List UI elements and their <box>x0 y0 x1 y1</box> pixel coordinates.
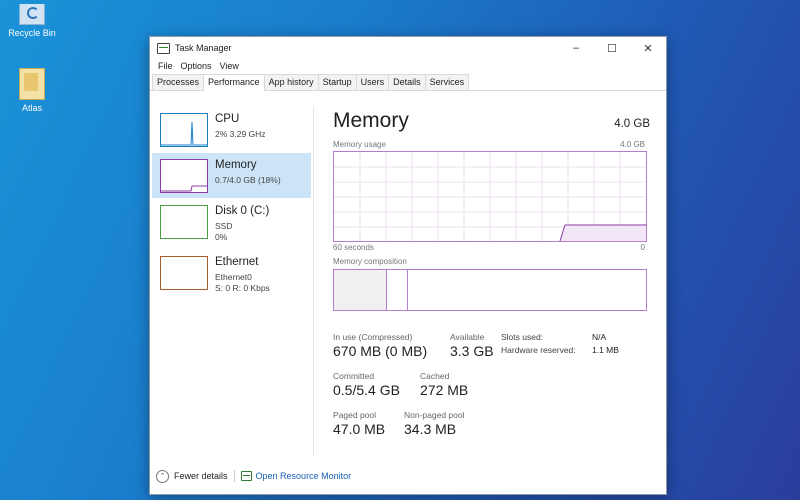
memory-usage-graph <box>333 151 647 242</box>
composition-in-use <box>334 270 387 310</box>
tab-processes[interactable]: Processes <box>152 74 205 90</box>
sidebar-item-detail: 2% 3.29 GHz <box>215 129 266 139</box>
tab-startup[interactable]: Startup <box>317 74 357 90</box>
performance-sidebar: CPU 2% 3.29 GHz Memory 0.7/4.0 GB (18%) … <box>150 107 314 457</box>
tab-details[interactable]: Details <box>388 74 426 90</box>
memory-thumbnail-graph <box>160 159 208 193</box>
memory-composition-label: Memory composition <box>333 257 407 266</box>
close-button[interactable]: ✕ <box>630 37 666 59</box>
task-manager-app-icon <box>157 42 170 54</box>
committed-value: 0.5/5.4 GB <box>333 382 400 398</box>
memory-composition-bar <box>333 269 647 311</box>
sidebar-item-disk[interactable]: Disk 0 (C:) SSD 0% <box>152 199 311 244</box>
sidebar-item-detail: 0.7/4.0 GB (18%) <box>215 175 281 185</box>
time-range-end: 0 <box>640 243 645 252</box>
sidebar-item-ethernet[interactable]: Ethernet Ethernet0 S: 0 R: 0 Kbps <box>152 250 311 295</box>
tab-app-history[interactable]: App history <box>263 74 319 90</box>
desktop-icon-atlas[interactable]: Atlas <box>0 68 67 113</box>
slots-used-value: N/A <box>592 332 607 342</box>
ethernet-thumbnail-graph <box>160 256 208 290</box>
in-use-label: In use (Compressed) <box>333 332 413 342</box>
sidebar-item-title: CPU <box>215 113 240 125</box>
sidebar-item-title: Ethernet <box>215 256 259 268</box>
time-range-label: 60 seconds <box>333 243 374 252</box>
maximize-button[interactable]: ☐ <box>594 37 630 59</box>
slots-used-label: Slots used: <box>501 332 544 342</box>
cached-value: 272 MB <box>420 382 469 398</box>
total-memory: 4.0 GB <box>614 118 650 130</box>
sidebar-item-memory[interactable]: Memory 0.7/4.0 GB (18%) <box>152 153 311 198</box>
paged-pool-label: Paged pool <box>333 410 377 420</box>
desktop-icon-recycle-bin[interactable]: Recycle Bin <box>0 4 67 38</box>
sidebar-item-cpu[interactable]: CPU 2% 3.29 GHz <box>152 107 311 152</box>
desktop-icon-label: Atlas <box>21 103 42 113</box>
sidebar-item-detail: Ethernet0 <box>215 272 252 282</box>
menu-file[interactable]: File <box>154 61 177 71</box>
folder-icon <box>19 68 45 100</box>
menu-options[interactable]: Options <box>177 61 216 71</box>
sidebar-item-detail: SSD <box>215 221 233 231</box>
composition-modified <box>387 270 408 310</box>
committed-label: Committed <box>333 371 375 381</box>
window-title: Task Manager <box>175 43 232 53</box>
disk-thumbnail-graph <box>160 205 208 239</box>
paged-pool-value: 47.0 MB <box>333 421 386 437</box>
memory-usage-max: 4.0 GB <box>620 140 645 149</box>
sidebar-item-detail: S: 0 R: 0 Kbps <box>215 283 270 293</box>
window-controls: – ☐ ✕ <box>558 37 666 59</box>
hardware-reserved-value: 1.1 MB <box>592 345 619 355</box>
task-manager-window: Task Manager – ☐ ✕ File Options View Pro… <box>149 36 667 495</box>
resource-monitor-icon <box>240 471 252 481</box>
available-label: Available <box>450 332 485 342</box>
cpu-thumbnail-graph <box>160 113 208 147</box>
sidebar-item-title: Disk 0 (C:) <box>215 205 270 217</box>
tab-users[interactable]: Users <box>355 74 390 90</box>
footer-separator <box>233 470 235 482</box>
sidebar-item-title: Memory <box>215 159 257 171</box>
recycle-bin-icon <box>19 4 45 25</box>
menu-view[interactable]: View <box>216 61 243 71</box>
available-value: 3.3 GB <box>450 343 494 359</box>
panel-title: Memory <box>333 109 409 132</box>
tab-strip: Processes Performance App history Startu… <box>150 73 666 91</box>
title-bar[interactable]: Task Manager – ☐ ✕ <box>150 37 666 59</box>
memory-usage-label: Memory usage <box>333 140 386 149</box>
menu-bar: File Options View <box>150 59 666 73</box>
tab-performance[interactable]: Performance <box>203 74 265 91</box>
footer-bar: ⌃ Fewer details Open Resource Monitor <box>150 465 666 487</box>
open-resource-monitor-link[interactable]: Open Resource Monitor <box>256 471 352 481</box>
non-paged-pool-label: Non-paged pool <box>404 410 465 420</box>
in-use-value: 670 MB (0 MB) <box>333 343 428 359</box>
sidebar-item-detail: 0% <box>215 232 228 242</box>
fewer-details-button[interactable]: Fewer details <box>174 471 228 481</box>
cached-label: Cached <box>420 371 450 381</box>
hardware-reserved-label: Hardware reserved: <box>501 345 576 355</box>
tab-services[interactable]: Services <box>424 74 470 90</box>
desktop-icon-label: Recycle Bin <box>8 28 56 38</box>
chevron-up-icon[interactable]: ⌃ <box>156 469 169 483</box>
minimize-button[interactable]: – <box>558 37 594 59</box>
non-paged-pool-value: 34.3 MB <box>404 421 457 437</box>
